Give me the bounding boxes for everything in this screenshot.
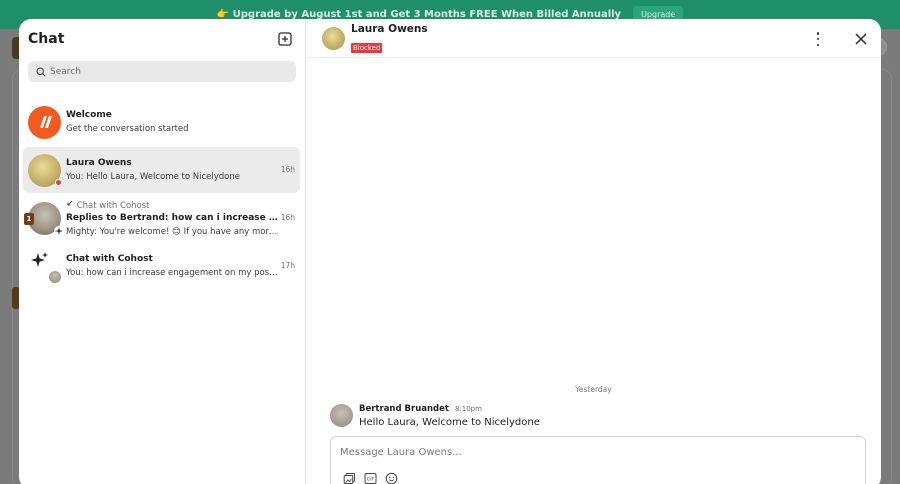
contact-avatar[interactable] xyxy=(322,26,345,50)
conversation-sidebar: Chat Search Welcome Get the conversation… xyxy=(19,19,306,484)
sparkle-icon xyxy=(54,225,64,236)
reply-arrow-icon xyxy=(67,200,73,205)
compose-plus-icon xyxy=(278,32,292,46)
group-avatar: 1 xyxy=(24,201,64,236)
conversation-laura-owens[interactable]: Laura Owens You: Hello Laura, Welcome to… xyxy=(23,147,300,193)
header-divider xyxy=(306,57,881,58)
more-options-button[interactable] xyxy=(813,31,823,47)
composer-tools: GIF xyxy=(343,472,398,484)
chat-thread: Laura Owens Blocked Yesterday Bertrand B… xyxy=(306,19,881,484)
conversation-name: Laura Owens xyxy=(66,158,132,168)
conversation-preview: You: Hello Laura, Welcome to Nicelydone xyxy=(66,172,240,182)
conversation-name: Chat with Cohost xyxy=(66,254,153,264)
app-brand-icon xyxy=(39,116,52,128)
welcome-avatar xyxy=(28,105,61,139)
svg-text:GIF: GIF xyxy=(367,477,375,483)
day-separator: Yesterday xyxy=(575,385,612,394)
author-avatar[interactable] xyxy=(330,404,353,427)
status-badge: Blocked xyxy=(351,42,383,53)
kebab-icon xyxy=(816,32,820,35)
gif-button[interactable]: GIF xyxy=(364,472,377,484)
conversation-time: 17h xyxy=(280,261,295,270)
close-button[interactable] xyxy=(854,31,868,45)
sparkles-icon xyxy=(31,251,48,267)
chat-title: Chat xyxy=(28,31,65,47)
message-item: Bertrand Bruandet 8:10pm Hello Laura, Wel… xyxy=(330,404,540,428)
conversation-name: Replies to Bertrand: how can i increase … xyxy=(66,212,278,223)
cohost-avatar xyxy=(28,250,62,284)
conversation-time: 16h xyxy=(280,213,295,222)
contact-name[interactable]: Laura Owens xyxy=(351,23,428,35)
conversation-preview: You: how can i increase engagement on my… xyxy=(66,268,278,278)
laura-owens-avatar xyxy=(28,153,62,187)
image-icon xyxy=(343,473,355,484)
attach-image-button[interactable] xyxy=(343,472,356,484)
unread-badge: 1 xyxy=(24,212,34,225)
message-composer: GIF xyxy=(330,436,866,484)
conversation-context: Chat with Cohost xyxy=(66,200,278,211)
conversation-time: 16h xyxy=(280,165,295,174)
sidebar-header: Chat xyxy=(19,19,305,59)
message-time: 8:10pm xyxy=(454,405,482,413)
blocked-status-dot xyxy=(55,178,62,186)
conversation-list: Welcome Get the conversation started Lau… xyxy=(19,99,305,289)
conversation-preview: Get the conversation started xyxy=(66,124,189,134)
user-mini-avatar xyxy=(48,269,62,284)
conversation-name: Welcome xyxy=(66,110,112,120)
search-box xyxy=(28,61,296,82)
emoji-icon xyxy=(385,472,398,484)
message-author-line: Bertrand Bruandet 8:10pm xyxy=(359,404,540,414)
message-text: Hello Laura, Welcome to Nicelydone xyxy=(359,417,540,428)
search-input[interactable] xyxy=(50,66,270,77)
gif-icon: GIF xyxy=(364,473,377,484)
thread-header: Laura Owens Blocked xyxy=(306,19,881,57)
conversation-welcome[interactable]: Welcome Get the conversation started xyxy=(23,99,300,145)
search-icon xyxy=(36,66,46,77)
conversation-replies-bertrand[interactable]: 1 Chat with Cohost Replies to Bertrand: … xyxy=(23,195,300,241)
close-icon xyxy=(855,33,867,45)
emoji-button[interactable] xyxy=(385,472,398,484)
conversation-cohost[interactable]: Chat with Cohost You: how can i increase… xyxy=(23,243,300,289)
conversation-preview: Mighty: You're welcome! 😊 If you have an… xyxy=(66,226,278,237)
message-author[interactable]: Bertrand Bruandet xyxy=(359,404,449,414)
new-chat-button[interactable] xyxy=(277,31,293,47)
chat-modal: Chat Search Welcome Get the conversation… xyxy=(19,19,881,484)
message-input[interactable] xyxy=(340,447,840,458)
